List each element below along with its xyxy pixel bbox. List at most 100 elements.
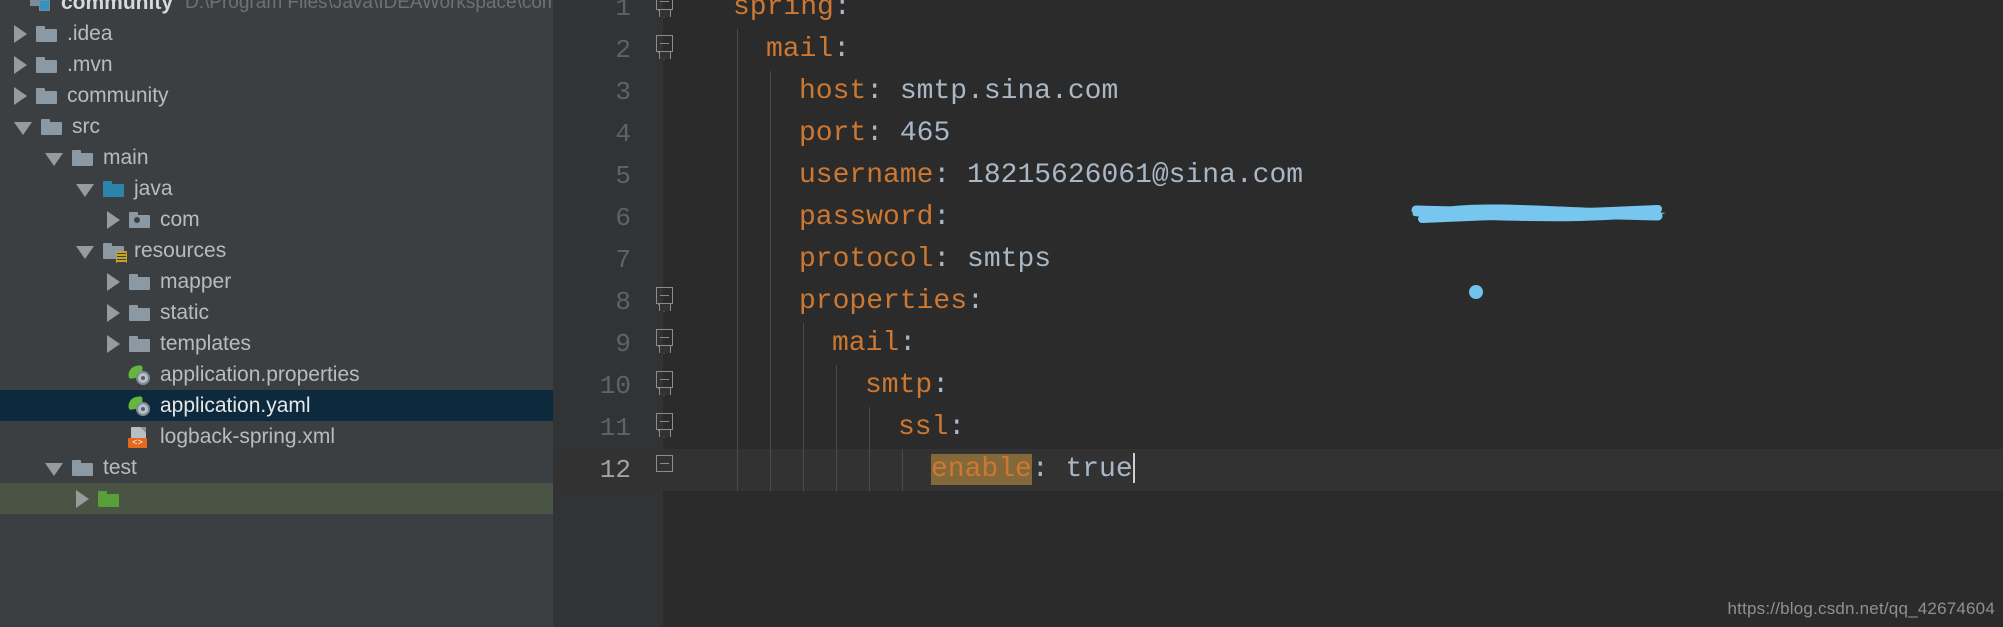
tree-item-src[interactable]: src [0,111,553,142]
yaml-key: enable [931,454,1032,485]
project-file-tree[interactable]: .idea .mvn community src main java com resource… [0,18,553,514]
code-line-7[interactable]: 7 protocol: smtps [553,239,2003,281]
chevron-down-icon[interactable] [45,152,63,166]
tree-item-templates[interactable]: templates [0,328,553,359]
tree-item-java[interactable]: java [0,173,553,204]
blue-dot-annotation-icon [1469,285,1483,299]
fold-marker-icon[interactable] [643,449,693,491]
yaml-key: smtp [865,370,933,401]
code-text[interactable]: ssl: [898,407,965,449]
yaml-key: port [799,118,867,149]
folder-icon [35,23,59,45]
chevron-down-icon[interactable] [76,183,94,197]
line-number: 5 [615,161,631,191]
fold-marker-icon[interactable] [643,281,693,323]
tree-item-static[interactable]: static [0,297,553,328]
tree-item-mapper[interactable]: mapper [0,266,553,297]
indent-guide [770,323,771,365]
yaml-key: ssl [898,412,949,443]
project-root-header[interactable]: community D:\Program Files\Java\IDEAWork… [0,0,553,18]
chevron-right-icon[interactable] [107,210,120,229]
fold-marker-icon[interactable] [643,29,693,71]
code-line-3[interactable]: 3 host: smtp.sina.com [553,71,2003,113]
code-line-9[interactable]: 9 mail: [553,323,2003,365]
chevron-right-icon[interactable] [76,489,89,508]
tree-item-community[interactable]: community [0,80,553,111]
yaml-colon: : [948,412,966,443]
chevron-down-icon[interactable] [45,462,63,476]
code-text[interactable]: mail: [766,29,850,71]
tree-item-com[interactable]: com [0,204,553,235]
code-text[interactable]: port: 465 [799,113,950,155]
chevron-right-icon[interactable] [107,303,120,322]
indent-guide [737,449,738,491]
code-text[interactable]: username: 18215626061@sina.com [799,155,1303,197]
code-line-2[interactable]: 2 mail: [553,29,2003,71]
code-line-8[interactable]: 8 properties: [553,281,2003,323]
yaml-colon: : [933,160,951,191]
code-text[interactable]: protocol: smtps [799,239,1051,281]
fold-marker-icon[interactable] [643,0,693,29]
tree-item-resources[interactable]: resources [0,235,553,266]
code-line-12[interactable]: 12 enable: true [553,449,2003,491]
folder-icon [40,116,64,138]
yaml-key: host [799,76,867,107]
fold-marker-icon[interactable] [643,365,693,407]
chevron-down-icon[interactable] [76,245,94,259]
code-text[interactable]: password: [799,197,950,239]
text-caret [1132,453,1135,483]
tree-item--idea[interactable]: .idea [0,18,553,49]
indent-guide [803,323,804,365]
project-path: D:\Program Files\Java\IDEAWorkspace\comm [185,0,553,13]
fold-marker-icon[interactable] [643,323,693,365]
line-number: 3 [615,77,631,107]
tree-item-label: resources [134,239,227,262]
code-line-1[interactable]: 1 spring: [553,0,2003,29]
line-number: 12 [599,455,631,485]
yaml-value: smtp.sina.com [883,76,1119,107]
project-name: community [61,0,174,14]
code-text[interactable]: mail: [832,323,916,365]
chevron-right-icon[interactable] [14,86,27,105]
chevron-right-icon[interactable] [14,24,27,43]
yaml-value: 18215626061@sina.com [950,160,1304,191]
code-text[interactable]: properties: [799,281,984,323]
yaml-colon: : [933,244,951,275]
code-line-11[interactable]: 11 ssl: [553,407,2003,449]
indent-guide [770,407,771,449]
source-root-folder-icon [102,178,126,200]
indent-guide [737,281,738,323]
yaml-colon: : [833,34,851,65]
code-text[interactable]: enable: true [931,449,1135,491]
tree-item-application-properties[interactable]: application.properties [0,359,553,390]
indent-guide [902,449,903,491]
project-tool-window[interactable]: community D:\Program Files\Java\IDEAWork… [0,0,553,627]
line-number: 10 [599,371,631,401]
indent-guide [770,281,771,323]
chevron-right-icon[interactable] [107,334,120,353]
tree-item-logback-spring-xml[interactable]: <> logback-spring.xml [0,421,553,452]
code-line-4[interactable]: 4 port: 465 [553,113,2003,155]
code-text[interactable]: spring: [733,0,851,29]
code-line-10[interactable]: 10 smtp: [553,365,2003,407]
tree-item-main[interactable]: main [0,142,553,173]
tree-item-label: main [103,146,149,169]
code-line-6[interactable]: 6 password: [553,197,2003,239]
tree-item-test-source-root[interactable] [0,483,553,514]
chevron-down-icon[interactable] [14,121,32,135]
tree-item-test[interactable]: test [0,452,553,483]
yaml-colon: : [1031,454,1049,485]
code-editor[interactable]: 1 spring: 2 mail: 3 host: smtp.sina.com 4 port:… [553,0,2003,627]
tree-item-application-yaml[interactable]: application.yaml [0,390,553,421]
code-text[interactable]: smtp: [865,365,949,407]
fold-marker-icon[interactable] [643,407,693,449]
tree-item-label: application.yaml [160,394,311,417]
fold-gutter-spacer [643,197,693,239]
yaml-colon: : [866,118,884,149]
code-line-5[interactable]: 5 username: 18215626061@sina.com [553,155,2003,197]
tree-item--mvn[interactable]: .mvn [0,49,553,80]
chevron-right-icon[interactable] [107,272,120,291]
chevron-right-icon[interactable] [14,55,27,74]
folder-icon [35,85,59,107]
code-text[interactable]: host: smtp.sina.com [799,71,1118,113]
